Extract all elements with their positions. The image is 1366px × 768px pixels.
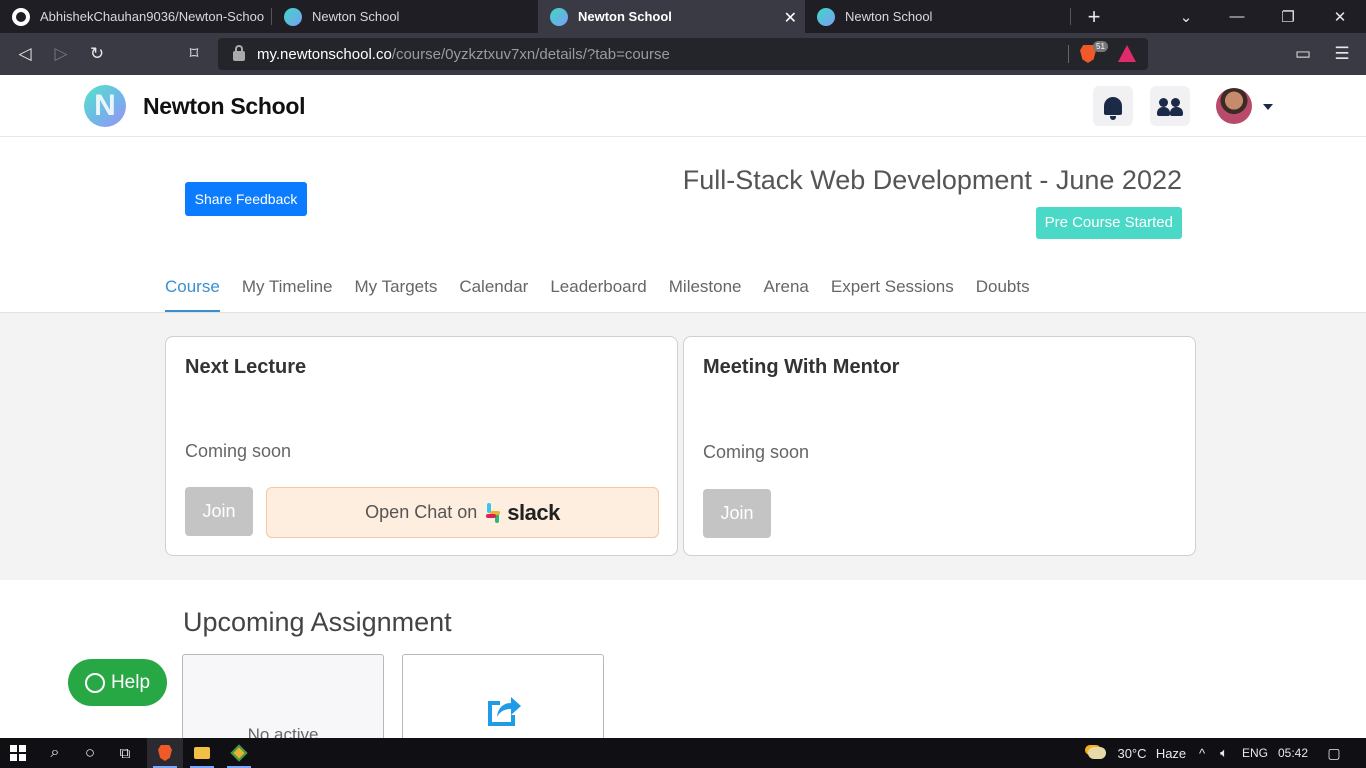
card-title: Meeting With Mentor bbox=[703, 356, 900, 378]
reload-icon[interactable]: ↻ bbox=[83, 40, 111, 68]
slack-icon bbox=[483, 502, 503, 523]
tab-my-timeline[interactable]: My Timeline bbox=[242, 273, 333, 313]
join-lecture-button[interactable]: Join bbox=[185, 487, 253, 536]
card-status: Coming soon bbox=[703, 442, 810, 462]
tab-milestone[interactable]: Milestone bbox=[669, 273, 742, 313]
assignment-share-card[interactable] bbox=[402, 654, 604, 738]
tab-my-targets[interactable]: My Targets bbox=[355, 273, 438, 313]
newton-icon bbox=[817, 7, 835, 26]
tab-title: AbhishekChauhan9036/Newton-Schoo bbox=[40, 9, 265, 24]
status-badge: Pre Course Started bbox=[1035, 207, 1182, 239]
brave-rewards-icon[interactable] bbox=[1118, 45, 1136, 62]
users-icon bbox=[1157, 96, 1183, 116]
next-lecture-card: Next Lecture Coming soon Join Open Chat … bbox=[165, 336, 678, 556]
search-icon[interactable]: ⌕ bbox=[38, 738, 72, 768]
newton-icon bbox=[284, 7, 302, 26]
clock[interactable]: 05:42 bbox=[1276, 738, 1310, 768]
browser-tab-newton-3[interactable]: Newton School bbox=[805, 0, 1071, 33]
tab-course[interactable]: Course bbox=[165, 273, 220, 313]
whatsapp-icon bbox=[84, 672, 105, 693]
close-window-icon[interactable]: ✕ bbox=[1317, 0, 1363, 33]
tab-title: Newton School bbox=[845, 9, 933, 24]
notification-center-icon[interactable]: ▢ bbox=[1322, 738, 1346, 768]
card-status: Coming soon bbox=[185, 441, 292, 461]
brand-name[interactable]: Newton School bbox=[143, 93, 306, 120]
back-icon[interactable]: ◁ bbox=[11, 40, 39, 68]
wallet-icon[interactable]: ▭ bbox=[1289, 40, 1317, 68]
slack-wordmark: slack bbox=[507, 499, 560, 525]
divider bbox=[1068, 45, 1069, 63]
weather-icon[interactable] bbox=[1084, 738, 1110, 768]
close-tab-icon[interactable]: ✕ bbox=[784, 8, 797, 28]
empty-text: No active bbox=[247, 725, 319, 738]
github-icon bbox=[12, 7, 30, 26]
chevron-up-icon[interactable]: ^ bbox=[1193, 738, 1211, 768]
join-mentor-button[interactable]: Join bbox=[703, 489, 771, 538]
tab-calendar[interactable]: Calendar bbox=[459, 273, 528, 313]
share-icon bbox=[488, 697, 521, 726]
windows-taskbar: ⌕ ○ ⧉ 30°C Haze ^ 🔈︎ ENG 05:42 ▢ bbox=[0, 738, 1366, 768]
volume-icon[interactable]: 🔈︎ bbox=[1213, 738, 1235, 768]
share-feedback-button[interactable]: Share Feedback bbox=[185, 182, 307, 216]
browser-toolbar: ◁ ▷ ↻ ⌑ my.newtonschool.co /course/0yzkz… bbox=[0, 33, 1366, 75]
git-app-icon[interactable] bbox=[221, 738, 257, 768]
address-bar[interactable]: my.newtonschool.co /course/0yzkztxuv7xn/… bbox=[218, 38, 1148, 70]
browser-tab-github[interactable]: AbhishekChauhan9036/Newton-Schoo bbox=[0, 0, 272, 33]
tab-leaderboard[interactable]: Leaderboard bbox=[550, 273, 646, 313]
browser-tab-bar: AbhishekChauhan9036/Newton-Schoo Newton … bbox=[0, 0, 1366, 33]
avatar[interactable] bbox=[1216, 88, 1252, 124]
mentor-meeting-card: Meeting With Mentor Coming soon Join bbox=[683, 336, 1196, 556]
menu-icon[interactable]: ☰ bbox=[1328, 40, 1356, 68]
forward-icon[interactable]: ▷ bbox=[47, 40, 75, 68]
bookmark-icon[interactable]: ⌑ bbox=[180, 40, 208, 68]
newton-icon bbox=[550, 7, 568, 26]
new-tab-icon[interactable]: + bbox=[1071, 0, 1117, 33]
tab-arena[interactable]: Arena bbox=[764, 273, 809, 313]
tab-expert-sessions[interactable]: Expert Sessions bbox=[831, 273, 954, 313]
course-title: Full-Stack Web Development - June 2022 bbox=[682, 165, 1182, 195]
tab-title: Newton School bbox=[578, 9, 672, 24]
tab-doubts[interactable]: Doubts bbox=[976, 273, 1030, 313]
lock-icon bbox=[233, 45, 245, 61]
url-path: /course/0yzkztxuv7xn/details/?tab=course bbox=[391, 45, 670, 63]
language-indicator[interactable]: ENG bbox=[1240, 738, 1270, 768]
minimize-icon[interactable]: — bbox=[1214, 0, 1260, 33]
help-label: Help bbox=[110, 671, 151, 693]
tab-search-chevron-icon[interactable]: ⌄ bbox=[1163, 0, 1209, 33]
task-view-icon[interactable]: ⧉ bbox=[108, 738, 142, 768]
bell-icon bbox=[1104, 97, 1122, 120]
restore-icon[interactable]: ❐ bbox=[1265, 0, 1311, 33]
course-tabs: Course My Timeline My Targets Calendar L… bbox=[165, 273, 1052, 313]
file-explorer-icon[interactable] bbox=[184, 738, 220, 768]
card-title: Next Lecture bbox=[185, 356, 307, 378]
site-header: N Newton School bbox=[0, 75, 1366, 137]
windows-start-icon[interactable] bbox=[0, 738, 36, 768]
assignment-empty-card: No active bbox=[182, 654, 384, 738]
weather-desc[interactable]: Haze bbox=[1152, 738, 1190, 768]
help-button[interactable]: Help bbox=[68, 659, 167, 706]
community-button[interactable] bbox=[1150, 86, 1190, 126]
url-host: my.newtonschool.co bbox=[257, 45, 392, 63]
browser-tab-newton-active[interactable]: Newton School ✕ bbox=[538, 0, 805, 33]
caret-down-icon[interactable] bbox=[1263, 104, 1273, 110]
logo-letter: N bbox=[94, 89, 116, 122]
slack-button-label: Open Chat on bbox=[365, 502, 478, 522]
tab-title: Newton School bbox=[312, 9, 400, 24]
page-content: N Newton School Share Feedback Full-Stac… bbox=[0, 75, 1366, 738]
newton-logo[interactable]: N bbox=[84, 85, 126, 127]
cortana-icon[interactable]: ○ bbox=[73, 738, 107, 768]
open-slack-button[interactable]: Open Chat on slack bbox=[266, 487, 659, 538]
weather-temp[interactable]: 30°C bbox=[1114, 738, 1150, 768]
notifications-button[interactable] bbox=[1093, 86, 1133, 126]
section-title: Upcoming Assignment bbox=[183, 607, 452, 637]
shield-count-badge: 51 bbox=[1093, 41, 1108, 52]
browser-tab-newton-1[interactable]: Newton School bbox=[272, 0, 538, 33]
brave-taskbar-icon[interactable] bbox=[147, 738, 183, 768]
